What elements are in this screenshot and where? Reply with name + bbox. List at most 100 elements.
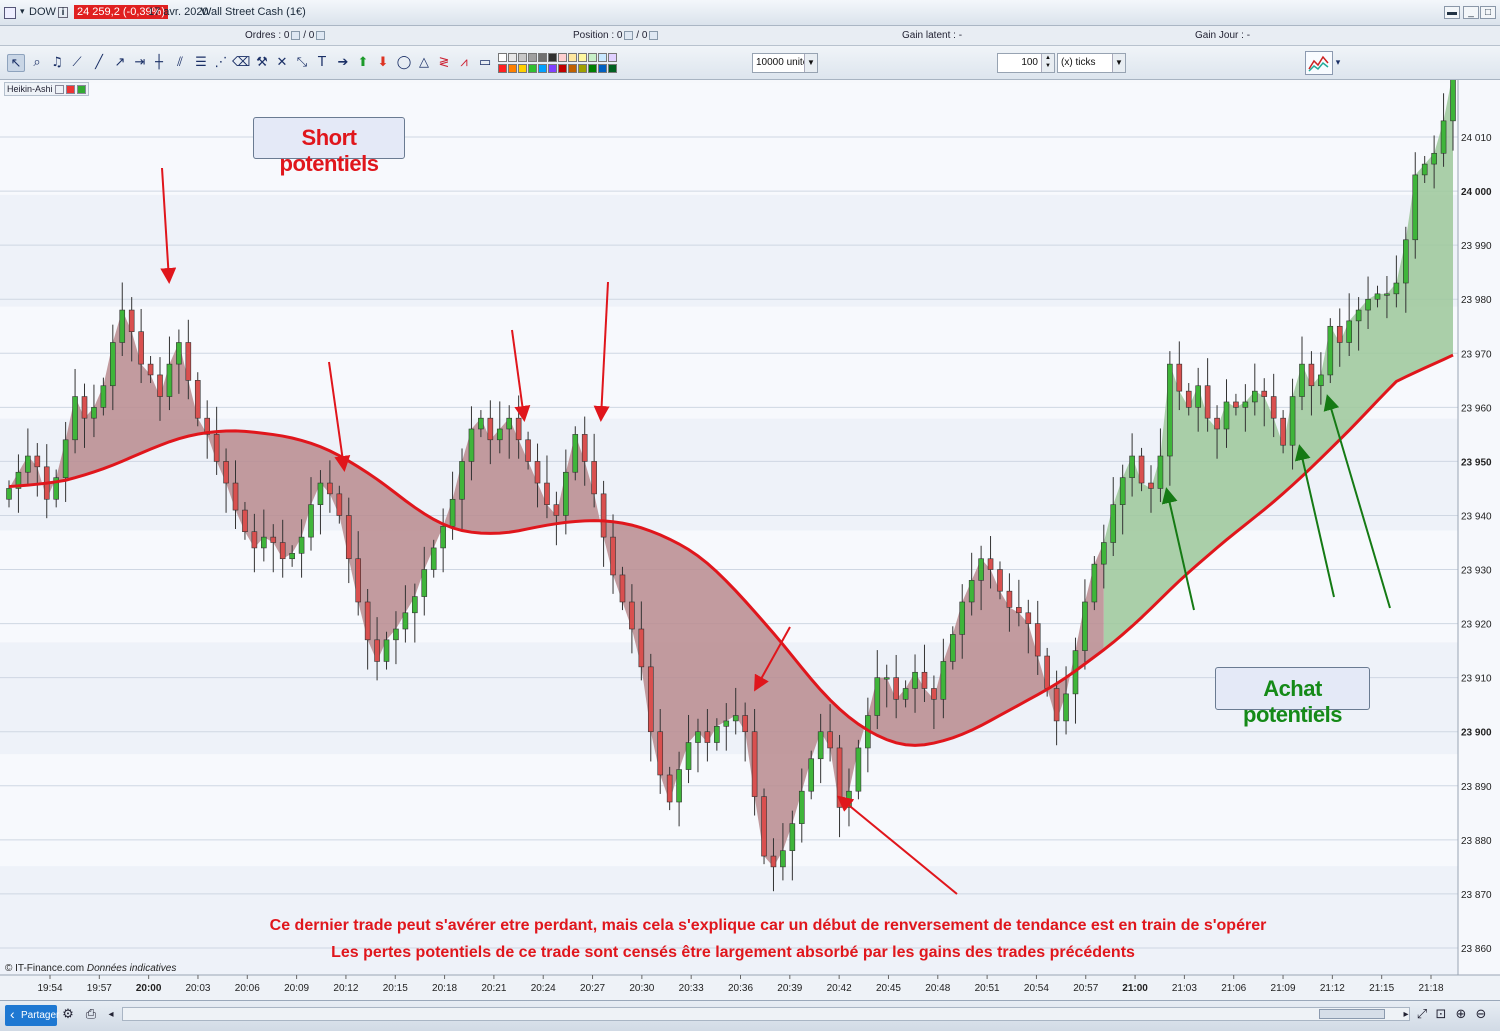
color-swatch[interactable] xyxy=(598,53,607,62)
vertical-line-icon[interactable]: ┼ xyxy=(150,54,168,72)
x-tick-label: 20:30 xyxy=(629,983,654,994)
ellipse-icon[interactable]: ◯ xyxy=(395,54,413,72)
maximize-icon[interactable]: □ xyxy=(1480,6,1496,19)
zoom-in-icon[interactable]: ⊕ xyxy=(1452,1006,1470,1024)
color-swatch[interactable] xyxy=(538,53,547,62)
scroll-left-icon[interactable]: ◂ xyxy=(102,1006,120,1024)
drawing-settings-icon[interactable]: ⚙ xyxy=(59,1006,77,1024)
x-tick-label: 20:54 xyxy=(1024,983,1049,994)
horizontal-line-icon[interactable]: ⇥ xyxy=(131,54,149,72)
fit-icon[interactable]: ⊡ xyxy=(1432,1006,1450,1024)
color-swatch[interactable] xyxy=(528,64,537,73)
arrow-down-icon[interactable]: ⬇ xyxy=(374,54,392,72)
trendline-icon[interactable]: ╱ xyxy=(90,54,108,72)
candle xyxy=(855,747,862,792)
time-scrollbar[interactable] xyxy=(122,1007,1410,1021)
candle xyxy=(194,380,201,419)
candle xyxy=(1185,390,1192,408)
ruler-icon[interactable]: ⟋ xyxy=(68,54,86,72)
zoom-icon[interactable]: ⌕ xyxy=(28,54,46,72)
share-button[interactable]: Partager xyxy=(5,1004,59,1026)
color-swatch[interactable] xyxy=(508,53,517,62)
background-band xyxy=(0,194,1458,307)
candle xyxy=(317,482,324,505)
color-swatch[interactable] xyxy=(578,53,587,62)
pattern-icon[interactable]: ⩘ xyxy=(455,54,473,72)
text-tool-icon[interactable]: T xyxy=(313,54,331,72)
layout-icon[interactable] xyxy=(4,7,16,19)
print-icon[interactable]: ⎙ xyxy=(82,1006,100,1024)
triangle-icon[interactable]: △ xyxy=(415,54,433,72)
color-swatch[interactable] xyxy=(568,53,577,62)
position-settings-icon[interactable] xyxy=(649,30,659,40)
minimize-icon[interactable]: _ xyxy=(1463,6,1479,19)
quantity-select[interactable]: 10000 unités ▼ xyxy=(752,53,818,73)
color-swatch[interactable] xyxy=(578,64,587,73)
arrow-up-icon[interactable]: ⬆ xyxy=(354,54,372,72)
color-swatch[interactable] xyxy=(508,64,517,73)
color-swatch[interactable] xyxy=(598,64,607,73)
indicator-remove-icon[interactable] xyxy=(65,85,75,95)
orders-settings-icon[interactable] xyxy=(316,30,326,40)
scroll-thumb[interactable] xyxy=(1319,1009,1385,1019)
stepper-arrows-icon[interactable]: ▲ ▼ xyxy=(1041,54,1054,72)
cursor-icon[interactable]: ↖ xyxy=(7,54,25,72)
candle xyxy=(393,628,399,641)
candle xyxy=(261,536,267,549)
indicator-settings-icon[interactable] xyxy=(54,85,64,95)
dropdown-icon[interactable]: ▾ xyxy=(20,6,25,17)
fibonacci-icon[interactable]: ☰ xyxy=(192,54,210,72)
candle xyxy=(1063,693,1069,722)
zigzag-icon[interactable]: ≷ xyxy=(435,54,453,72)
chevron-down-icon[interactable]: ▼ xyxy=(804,54,817,72)
chart-type-icon[interactable] xyxy=(1305,51,1333,75)
color-swatch[interactable] xyxy=(548,53,557,62)
color-swatch[interactable] xyxy=(608,64,617,73)
color-swatch[interactable] xyxy=(588,53,597,62)
cancel-orders-icon[interactable] xyxy=(291,30,301,40)
x-tick-label: 20:42 xyxy=(827,983,852,994)
ticks-value: 100 xyxy=(1021,57,1038,68)
trash-icon[interactable]: ⌫ xyxy=(232,54,250,72)
info-icon[interactable]: i xyxy=(58,7,68,18)
autoscale-icon[interactable]: ⤢ xyxy=(1413,1006,1431,1024)
color-swatch[interactable] xyxy=(528,53,537,62)
buy-callout: Achat potentiels xyxy=(1215,667,1370,727)
zoom-out-icon[interactable]: ⊖ xyxy=(1472,1006,1490,1024)
chart-type-dropdown-icon[interactable]: ▾ xyxy=(1333,54,1343,72)
color-swatch[interactable] xyxy=(518,53,527,62)
color-swatch[interactable] xyxy=(608,53,617,62)
ticks-stepper[interactable]: 100 ▲ ▼ xyxy=(997,53,1055,73)
color-swatch[interactable] xyxy=(518,64,527,73)
color-swatch[interactable] xyxy=(588,64,597,73)
close-position-icon[interactable] xyxy=(624,30,634,40)
color-swatch[interactable] xyxy=(498,53,507,62)
color-palette[interactable] xyxy=(498,53,618,75)
ray-icon[interactable]: ↗ xyxy=(111,54,129,72)
source-copyright: © IT-Finance.com xyxy=(5,963,85,974)
color-swatch[interactable] xyxy=(568,64,577,73)
indicator-add-icon[interactable] xyxy=(76,85,86,95)
gann-icon[interactable]: ⋰ xyxy=(212,54,230,72)
rectangle-icon[interactable]: ▭ xyxy=(476,54,494,72)
indicator-tag[interactable]: Heikin-Ashi xyxy=(4,82,89,96)
candle xyxy=(1053,688,1060,722)
symbol-label[interactable]: DOW xyxy=(29,6,56,18)
toolbar-toggle-icon[interactable]: ▬ xyxy=(1444,6,1460,19)
color-swatch[interactable] xyxy=(558,64,567,73)
ticks-unit-select[interactable]: (x) ticks ▼ xyxy=(1057,53,1126,73)
arrow-right-icon[interactable]: ➔ xyxy=(334,54,352,72)
color-swatch[interactable] xyxy=(558,53,567,62)
chevron-down-icon[interactable]: ▼ xyxy=(1112,54,1125,72)
channel-icon[interactable]: ⫽ xyxy=(171,54,189,72)
color-swatch[interactable] xyxy=(548,64,557,73)
diagonal-tool-icon[interactable]: ⤡ xyxy=(293,54,311,72)
color-swatch[interactable] xyxy=(538,64,547,73)
alert-bell-icon[interactable]: ♫ xyxy=(48,54,66,72)
chart-canvas[interactable]: 24 010 24 000 23 990 23 980 23 970 23 960 23 9… xyxy=(0,80,1500,1000)
price-chart[interactable]: 24 010 24 000 23 990 23 980 23 970 23 960 23 9… xyxy=(0,80,1500,1000)
candle xyxy=(581,434,588,462)
cross-line-icon[interactable]: ✕ xyxy=(273,54,291,72)
magnet-icon[interactable]: ⚒ xyxy=(253,54,271,72)
color-swatch[interactable] xyxy=(498,64,507,73)
